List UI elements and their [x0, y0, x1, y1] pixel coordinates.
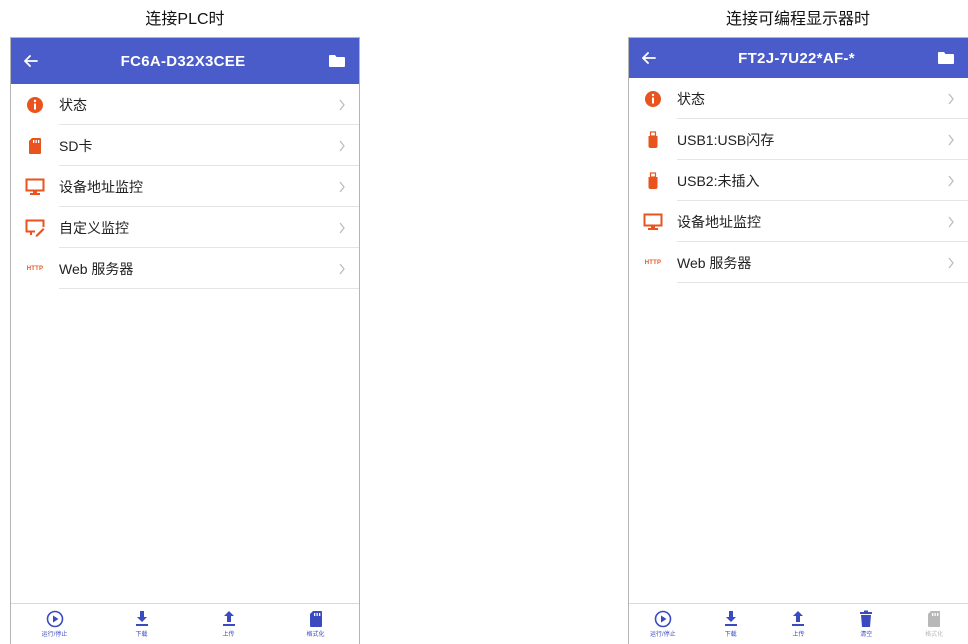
clear-button[interactable]: 清空 — [838, 610, 894, 638]
chevron-right-icon — [339, 222, 345, 233]
caption-plc: 连接PLC时 — [145, 11, 225, 28]
chevron-right-icon — [339, 140, 345, 151]
tool-label: 运行/停止 — [41, 632, 68, 638]
format-button[interactable]: 格式化 — [288, 610, 344, 638]
tool-label: 上传 — [792, 632, 805, 638]
tool-label: 上传 — [222, 632, 235, 638]
download-button[interactable]: 下载 — [703, 610, 759, 638]
sd-card-icon — [928, 611, 941, 627]
usb-icon — [648, 130, 658, 148]
menu-item-status[interactable]: 状态 — [629, 78, 968, 119]
menu-item-label: Web 服务器 — [59, 260, 134, 277]
folder-icon — [329, 55, 345, 67]
chevron-right-icon — [948, 93, 954, 104]
page-title: FT2J-7U22*AF-* — [738, 49, 855, 67]
custom-monitor-icon — [25, 219, 45, 237]
caption-display: 连接可编程显示器时 — [725, 11, 870, 28]
folder-icon — [938, 52, 954, 64]
chevron-right-icon — [948, 134, 954, 145]
tool-label: 清空 — [860, 632, 873, 638]
info-icon — [645, 90, 661, 107]
chevron-right-icon — [339, 99, 345, 110]
menu-item-device-address-monitor[interactable]: 设备地址监控 — [629, 201, 968, 242]
menu-item-device-address-monitor[interactable]: 设备地址监控 — [11, 166, 359, 207]
upload-button[interactable]: 上传 — [201, 610, 257, 638]
menu-list: 状态 SD卡 设备地址监控 自定义监控 HTTP Web 服务器 — [11, 84, 359, 289]
http-icon: HTTP — [26, 265, 44, 272]
download-button[interactable]: 下载 — [114, 610, 170, 638]
play-icon — [654, 610, 672, 628]
menu-item-custom-monitor[interactable]: 自定义监控 — [11, 207, 359, 248]
menu-item-label: Web 服务器 — [677, 254, 752, 271]
format-button[interactable]: 格式化 — [906, 610, 962, 638]
menu-item-usb2[interactable]: USB2:未插入 — [629, 160, 968, 201]
menu-item-label: USB1:USB闪存 — [677, 131, 775, 148]
menu-item-web-server[interactable]: HTTP Web 服务器 — [629, 242, 968, 283]
menu-item-status[interactable]: 状态 — [11, 84, 359, 125]
play-icon — [46, 610, 63, 628]
upload-icon — [792, 611, 805, 626]
title-bar: FT2J-7U22*AF-* — [629, 38, 968, 78]
menu-item-label: 设备地址监控 — [677, 213, 761, 230]
chevron-right-icon — [339, 263, 345, 274]
sd-card-icon — [29, 137, 41, 154]
chevron-right-icon — [948, 257, 954, 268]
menu-item-sd-card[interactable]: SD卡 — [11, 125, 359, 166]
upload-icon — [222, 611, 235, 626]
upload-button[interactable]: 上传 — [770, 610, 826, 638]
page-title: FC6A-D32X3CEE — [120, 52, 246, 70]
run-stop-button[interactable]: 运行/停止 — [27, 610, 83, 638]
menu-item-label: SD卡 — [59, 137, 93, 154]
back-arrow-icon — [24, 55, 38, 67]
title-bar: FC6A-D32X3CEE — [11, 38, 359, 84]
monitor-icon — [25, 178, 45, 195]
download-icon — [724, 611, 737, 626]
menu-item-label: 自定义监控 — [59, 219, 129, 236]
tool-label: 下载 — [724, 632, 737, 638]
tool-label: 格式化 — [306, 632, 325, 638]
phone-screen-plc: FC6A-D32X3CEE 状态 SD卡 设备地址监控 自定义监控 HTTP W — [10, 37, 360, 644]
chevron-right-icon — [948, 216, 954, 227]
http-icon: HTTP — [644, 259, 662, 266]
menu-item-web-server[interactable]: HTTP Web 服务器 — [11, 248, 359, 289]
menu-item-label: USB2:未插入 — [677, 172, 760, 189]
bottom-toolbar: 运行/停止 下载 上传 清空 格式化 — [629, 603, 968, 644]
tool-label: 格式化 — [925, 632, 944, 638]
folder-button[interactable] — [924, 38, 968, 78]
monitor-icon — [643, 213, 663, 230]
back-arrow-icon — [642, 52, 656, 64]
chevron-right-icon — [948, 175, 954, 186]
sd-card-icon — [309, 611, 322, 627]
download-icon — [135, 611, 148, 626]
chevron-right-icon — [339, 181, 345, 192]
menu-item-usb1[interactable]: USB1:USB闪存 — [629, 119, 968, 160]
tool-label: 下载 — [135, 632, 148, 638]
info-icon — [27, 96, 43, 113]
back-button[interactable] — [11, 38, 51, 84]
trash-icon — [860, 610, 873, 627]
usb-icon — [648, 171, 658, 189]
phone-screen-display: FT2J-7U22*AF-* 状态 USB1:USB闪存 USB2:未插入 设备… — [628, 37, 968, 644]
bottom-toolbar: 运行/停止 下载 上传 格式化 — [11, 603, 359, 644]
menu-item-label: 状态 — [677, 90, 705, 107]
run-stop-button[interactable]: 运行/停止 — [635, 610, 691, 638]
folder-button[interactable] — [315, 38, 359, 84]
menu-item-label: 状态 — [59, 96, 87, 113]
back-button[interactable] — [629, 38, 669, 78]
menu-item-label: 设备地址监控 — [59, 178, 143, 195]
tool-label: 运行/停止 — [650, 632, 676, 638]
menu-list: 状态 USB1:USB闪存 USB2:未插入 设备地址监控 HTTP Web 服… — [629, 78, 968, 283]
